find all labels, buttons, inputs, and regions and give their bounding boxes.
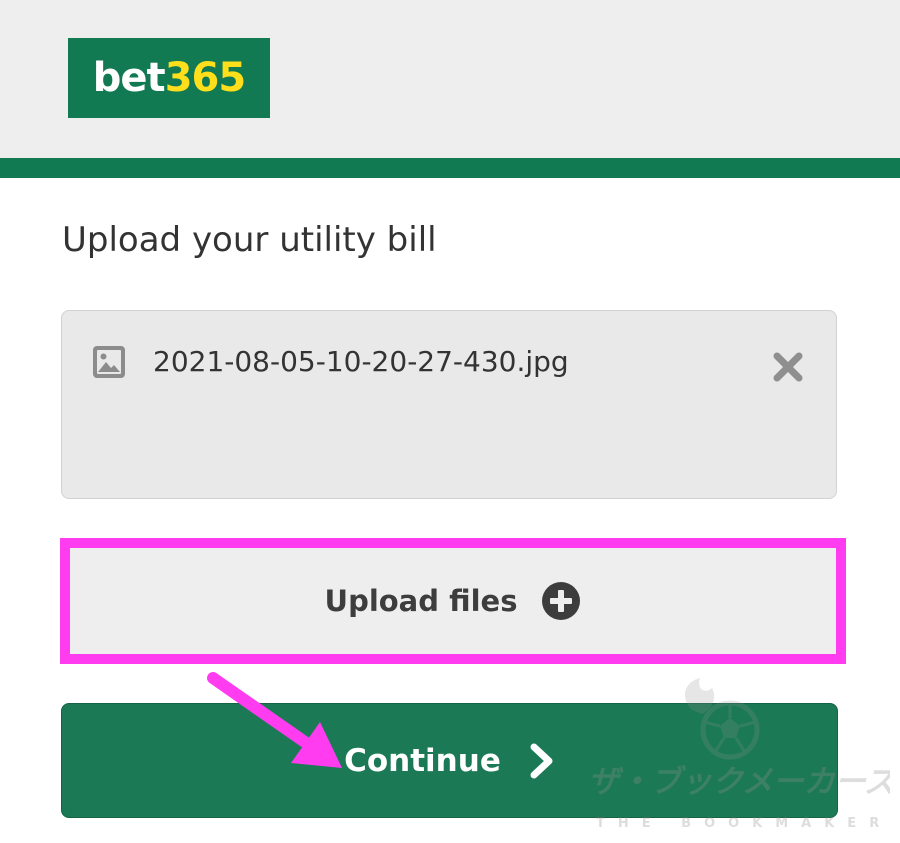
page-title: Upload your utility bill [62,220,437,260]
plus-circle-icon [542,582,581,620]
image-file-icon [93,346,125,378]
watermark-text-en: THE BOOKMAKERS [596,816,890,831]
logo-text-bet: bet [92,55,166,101]
upload-files-label: Upload files [324,584,518,618]
header-stripe [0,158,900,178]
logo-text-365: 365 [164,55,246,101]
chevron-right-icon [530,743,553,778]
uploaded-file-box: 2021-08-05-10-20-27-430.jpg [61,310,837,499]
continue-label: Continue [344,742,501,779]
remove-file-button[interactable] [768,347,808,387]
file-name: 2021-08-05-10-20-27-430.jpg [153,345,569,378]
close-icon [773,352,803,382]
bet365-logo[interactable]: bet 365 [68,38,270,118]
upload-files-button[interactable]: Upload files [70,548,836,654]
page: bet 365 Upload your utility bill 2021-08-… [0,0,900,843]
continue-button[interactable]: Continue [61,703,838,818]
header: bet 365 [0,0,900,158]
